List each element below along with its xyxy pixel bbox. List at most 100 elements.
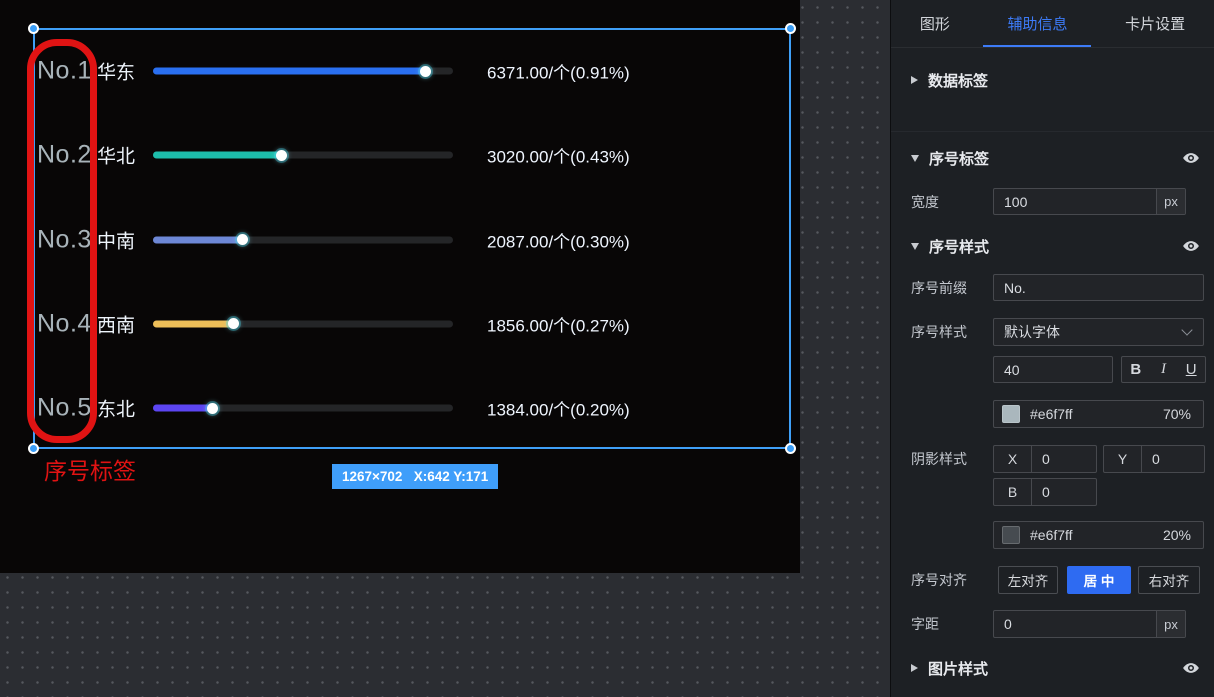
visibility-eye-icon[interactable] <box>1182 659 1200 677</box>
font-family-select[interactable]: 默认字体 <box>993 318 1204 346</box>
letter-spacing-row: 字距 px <box>891 610 1214 638</box>
font-family-value: 默认字体 <box>994 322 1183 342</box>
style-label: 序号样式 <box>911 322 967 342</box>
bar-fill <box>153 236 243 243</box>
value-label: 3020.00/个(0.43%) <box>487 143 630 168</box>
bar-endpoint-dot <box>228 318 239 329</box>
tab-graphic[interactable]: 图形 <box>912 0 958 47</box>
size-position-badge: 1267×702 X:642 Y:171 <box>332 464 498 489</box>
font-color-row: #e6f7ff 70% <box>891 400 1214 428</box>
visibility-eye-icon[interactable] <box>1182 237 1200 255</box>
rank-label: No.3 <box>37 225 92 254</box>
text-style-group: B I U <box>1121 356 1206 383</box>
shadow-x-input[interactable] <box>1032 446 1096 472</box>
align-label: 序号对齐 <box>911 570 967 590</box>
bar-track <box>153 320 453 327</box>
tab-card-settings[interactable]: 卡片设置 <box>1117 0 1193 47</box>
font-color-picker[interactable]: #e6f7ff 70% <box>993 400 1204 428</box>
expand-arrow-icon <box>911 243 919 250</box>
section-image-style[interactable]: 图片样式 <box>891 656 1214 680</box>
chart-row: No.2 华北 3020.00/个(0.43%) <box>33 131 791 179</box>
width-input[interactable] <box>994 189 1156 214</box>
region-name-label: 华东 <box>97 58 135 85</box>
region-name-label: 东北 <box>97 395 135 422</box>
shadow-blur-input[interactable] <box>1032 479 1096 505</box>
section-title: 图片样式 <box>928 658 988 679</box>
prefix-row: 序号前缀 <box>891 274 1214 301</box>
section-serial-label[interactable]: 序号标签 <box>891 146 1214 170</box>
rank-label: No.5 <box>37 394 92 423</box>
shadow-blur-label: B <box>994 479 1032 505</box>
rank-label: No.1 <box>37 57 92 86</box>
shadow-label: 阴影样式 <box>911 449 967 469</box>
bar-track <box>153 68 453 75</box>
rank-label: No.4 <box>37 309 92 338</box>
shadow-y-field: Y <box>1103 445 1205 473</box>
resize-handle-top-right[interactable] <box>785 23 796 34</box>
value-label: 2087.00/个(0.30%) <box>487 227 630 252</box>
shadow-color-row: #e6f7ff 20% <box>891 521 1214 549</box>
prefix-input[interactable] <box>994 275 1203 300</box>
resize-handle-bottom-right[interactable] <box>785 443 796 454</box>
chart-row: No.3 中南 2087.00/个(0.30%) <box>33 216 791 264</box>
bar-fill <box>153 320 234 327</box>
value-label: 6371.00/个(0.91%) <box>487 59 630 84</box>
section-title: 数据标签 <box>928 70 988 91</box>
align-center-button[interactable]: 居 中 <box>1067 566 1131 594</box>
shadow-x-label: X <box>994 446 1032 472</box>
section-title: 序号样式 <box>929 236 989 257</box>
prefix-field <box>993 274 1204 301</box>
region-name-label: 华北 <box>97 142 135 169</box>
color-swatch <box>1002 526 1020 544</box>
bar-fill <box>153 152 282 159</box>
tab-auxiliary-info[interactable]: 辅助信息 <box>999 0 1075 47</box>
spacing-label: 字距 <box>911 614 939 634</box>
shadow-blur-field: B <box>993 478 1097 506</box>
bar-fill <box>153 405 213 412</box>
align-left-button[interactable]: 左对齐 <box>998 566 1058 594</box>
visibility-eye-icon[interactable] <box>1182 149 1200 167</box>
section-serial-style[interactable]: 序号样式 <box>891 234 1214 258</box>
bar-endpoint-dot <box>237 234 248 245</box>
width-label: 宽度 <box>911 192 939 212</box>
editor-canvas: No.1 华东 6371.00/个(0.91%) No.2 华北 3020.00… <box>0 0 800 573</box>
italic-button[interactable]: I <box>1150 357 1178 382</box>
chart-row: No.1 华东 6371.00/个(0.91%) <box>33 47 791 95</box>
font-size-input[interactable] <box>994 357 1112 382</box>
region-name-label: 中南 <box>97 226 135 253</box>
underline-button[interactable]: U <box>1177 357 1205 382</box>
font-size-row: B I U <box>891 356 1214 383</box>
section-title: 序号标签 <box>929 148 989 169</box>
color-hex-value: #e6f7ff <box>1030 406 1163 422</box>
prefix-label: 序号前缀 <box>911 278 967 298</box>
color-hex-value: #e6f7ff <box>1030 527 1163 543</box>
section-data-label[interactable]: 数据标签 <box>891 68 1214 92</box>
font-family-row: 序号样式 默认字体 <box>891 318 1214 346</box>
width-field: px <box>993 188 1186 215</box>
spacing-unit: px <box>1156 611 1185 637</box>
shadow-color-picker[interactable]: #e6f7ff 20% <box>993 521 1204 549</box>
annotation-text: 序号标签 <box>44 452 136 486</box>
resize-handle-top-left[interactable] <box>28 23 39 34</box>
bar-track <box>153 405 453 412</box>
align-right-button[interactable]: 右对齐 <box>1138 566 1200 594</box>
chart-row: No.5 东北 1384.00/个(0.20%) <box>33 384 791 432</box>
bar-endpoint-dot <box>207 403 218 414</box>
shadow-y-label: Y <box>1104 446 1142 472</box>
bar-track <box>153 152 453 159</box>
collapse-arrow-icon <box>911 664 918 672</box>
spacing-field: px <box>993 610 1186 638</box>
rank-label: No.2 <box>37 141 92 170</box>
color-swatch <box>1002 405 1020 423</box>
font-size-field <box>993 356 1113 383</box>
panel-tabs: 图形 辅助信息 卡片设置 <box>891 0 1214 48</box>
resize-handle-bottom-left[interactable] <box>28 443 39 454</box>
bold-button[interactable]: B <box>1122 357 1150 382</box>
spacing-input[interactable] <box>994 611 1156 637</box>
shadow-x-field: X <box>993 445 1097 473</box>
settings-panel: 图形 辅助信息 卡片设置 数据标签 序号标签 宽度 px 序号样式 序号前缀 <box>890 0 1214 697</box>
shadow-y-input[interactable] <box>1142 446 1204 472</box>
section-divider <box>891 131 1214 132</box>
shadow-row-b: B <box>891 478 1214 506</box>
bar-track <box>153 236 453 243</box>
